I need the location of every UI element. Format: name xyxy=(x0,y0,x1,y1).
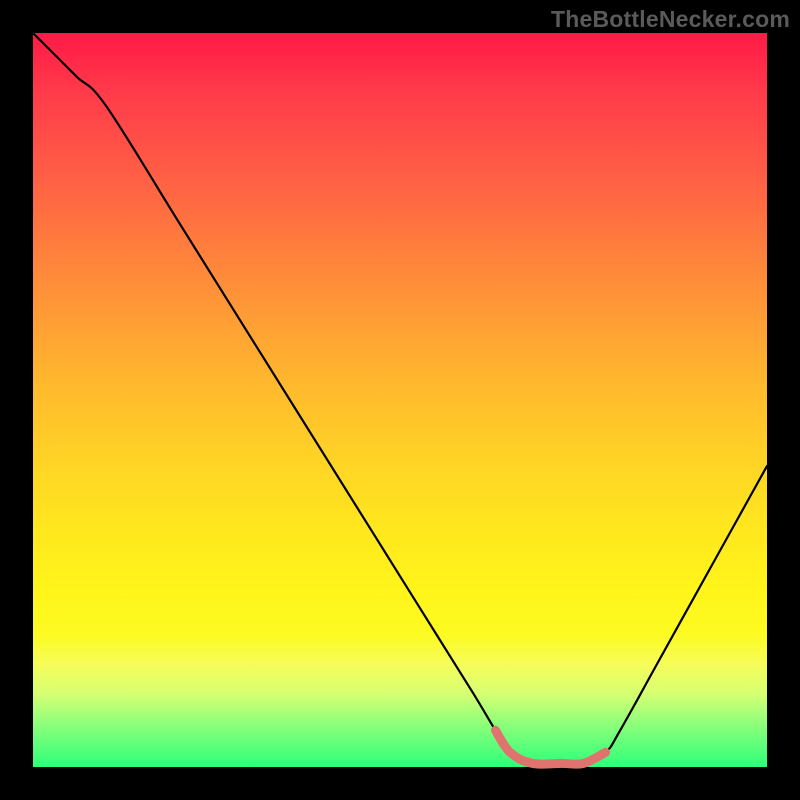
chart-frame: TheBottleNecker.com xyxy=(0,0,800,800)
watermark-label: TheBottleNecker.com xyxy=(551,6,790,33)
main-curve xyxy=(33,33,767,764)
flat-highlight xyxy=(495,730,605,764)
chart-svg xyxy=(33,33,767,767)
plot-area xyxy=(33,33,767,767)
